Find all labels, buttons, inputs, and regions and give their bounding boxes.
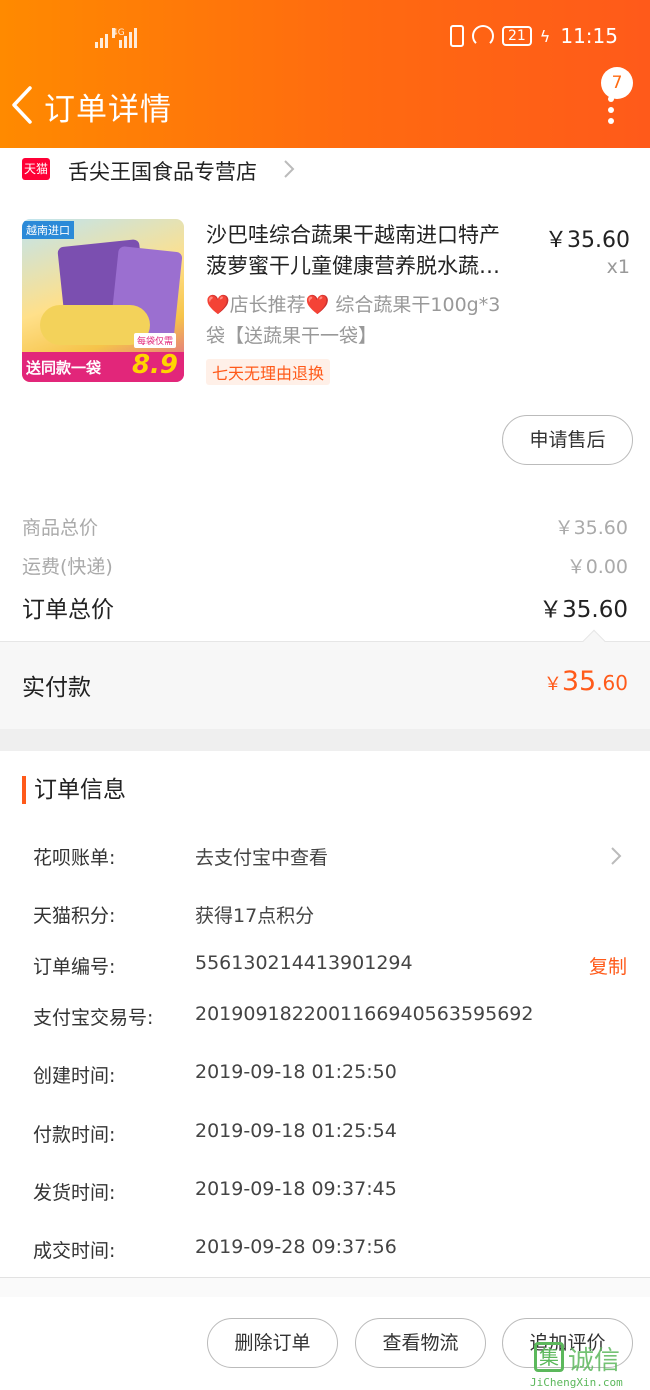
chevron-right-icon xyxy=(611,847,622,865)
chevron-left-icon xyxy=(12,86,32,124)
heart-icon: ❤️ xyxy=(305,294,330,316)
return-policy-tag: 七天无理由退换 xyxy=(206,359,331,385)
app-header: 4G 21 ϟ 11:15 订单详情 7 xyxy=(0,0,650,148)
section-divider xyxy=(0,729,650,751)
product-thumbnail[interactable]: 越南进口 每袋仅需 送同款一袋 8.9 xyxy=(22,219,184,382)
product-title[interactable]: 沙巴哇综合蔬果干越南进口特产 菠萝蜜干儿童健康营养脱水蔬… xyxy=(206,220,536,282)
shop-row[interactable]: 天猫 舌尖王国食品专营店 xyxy=(0,148,650,194)
speed-icon xyxy=(471,25,494,47)
heart-icon: ❤️ xyxy=(206,294,230,316)
page-title: 订单详情 xyxy=(44,92,172,128)
paid-amount: ￥35.60 xyxy=(543,666,628,697)
battery-icon: 21 xyxy=(501,26,532,46)
charging-icon: ϟ xyxy=(539,26,551,46)
thumb-price: 8.9 xyxy=(131,350,178,380)
thumb-note: 每袋仅需 xyxy=(133,333,176,348)
tmall-logo: 天猫 xyxy=(22,158,50,180)
thumb-import-tag: 越南进口 xyxy=(22,221,74,239)
signal-icon: 4G xyxy=(95,28,137,48)
product-price: ￥35.60 xyxy=(545,228,630,253)
message-count-badge: 7 xyxy=(601,67,633,99)
delete-order-button[interactable]: 删除订单 xyxy=(207,1318,338,1368)
shop-name: 舌尖王国食品专营店 xyxy=(68,160,257,184)
after-sale-button[interactable]: 申请售后 xyxy=(502,415,633,465)
chevron-right-icon xyxy=(284,160,295,178)
view-logistics-button[interactable]: 查看物流 xyxy=(355,1318,486,1368)
product-sku: ❤️店长推荐❤️ 综合蔬果干100g*3 袋【送蔬果干一袋】 xyxy=(206,294,501,347)
more-menu-icon[interactable] xyxy=(606,96,616,126)
back-button[interactable] xyxy=(8,84,38,126)
bottom-divider xyxy=(0,1277,650,1297)
paid-amount-row: 实付款 ￥35.60 xyxy=(0,629,650,729)
copy-button[interactable]: 复制 xyxy=(589,952,627,979)
network-type: 4G xyxy=(112,28,125,38)
clock: 11:15 xyxy=(560,24,618,48)
thumb-banner: 送同款一袋 xyxy=(26,359,102,377)
watermark-logo: 集 诚信 JiChengXin.com xyxy=(528,1338,650,1390)
product-quantity: x1 xyxy=(606,256,630,278)
order-info-title: 订单信息 xyxy=(22,776,126,804)
status-bar: 4G 21 ϟ 11:15 xyxy=(0,22,650,52)
vibrate-icon xyxy=(449,25,464,47)
